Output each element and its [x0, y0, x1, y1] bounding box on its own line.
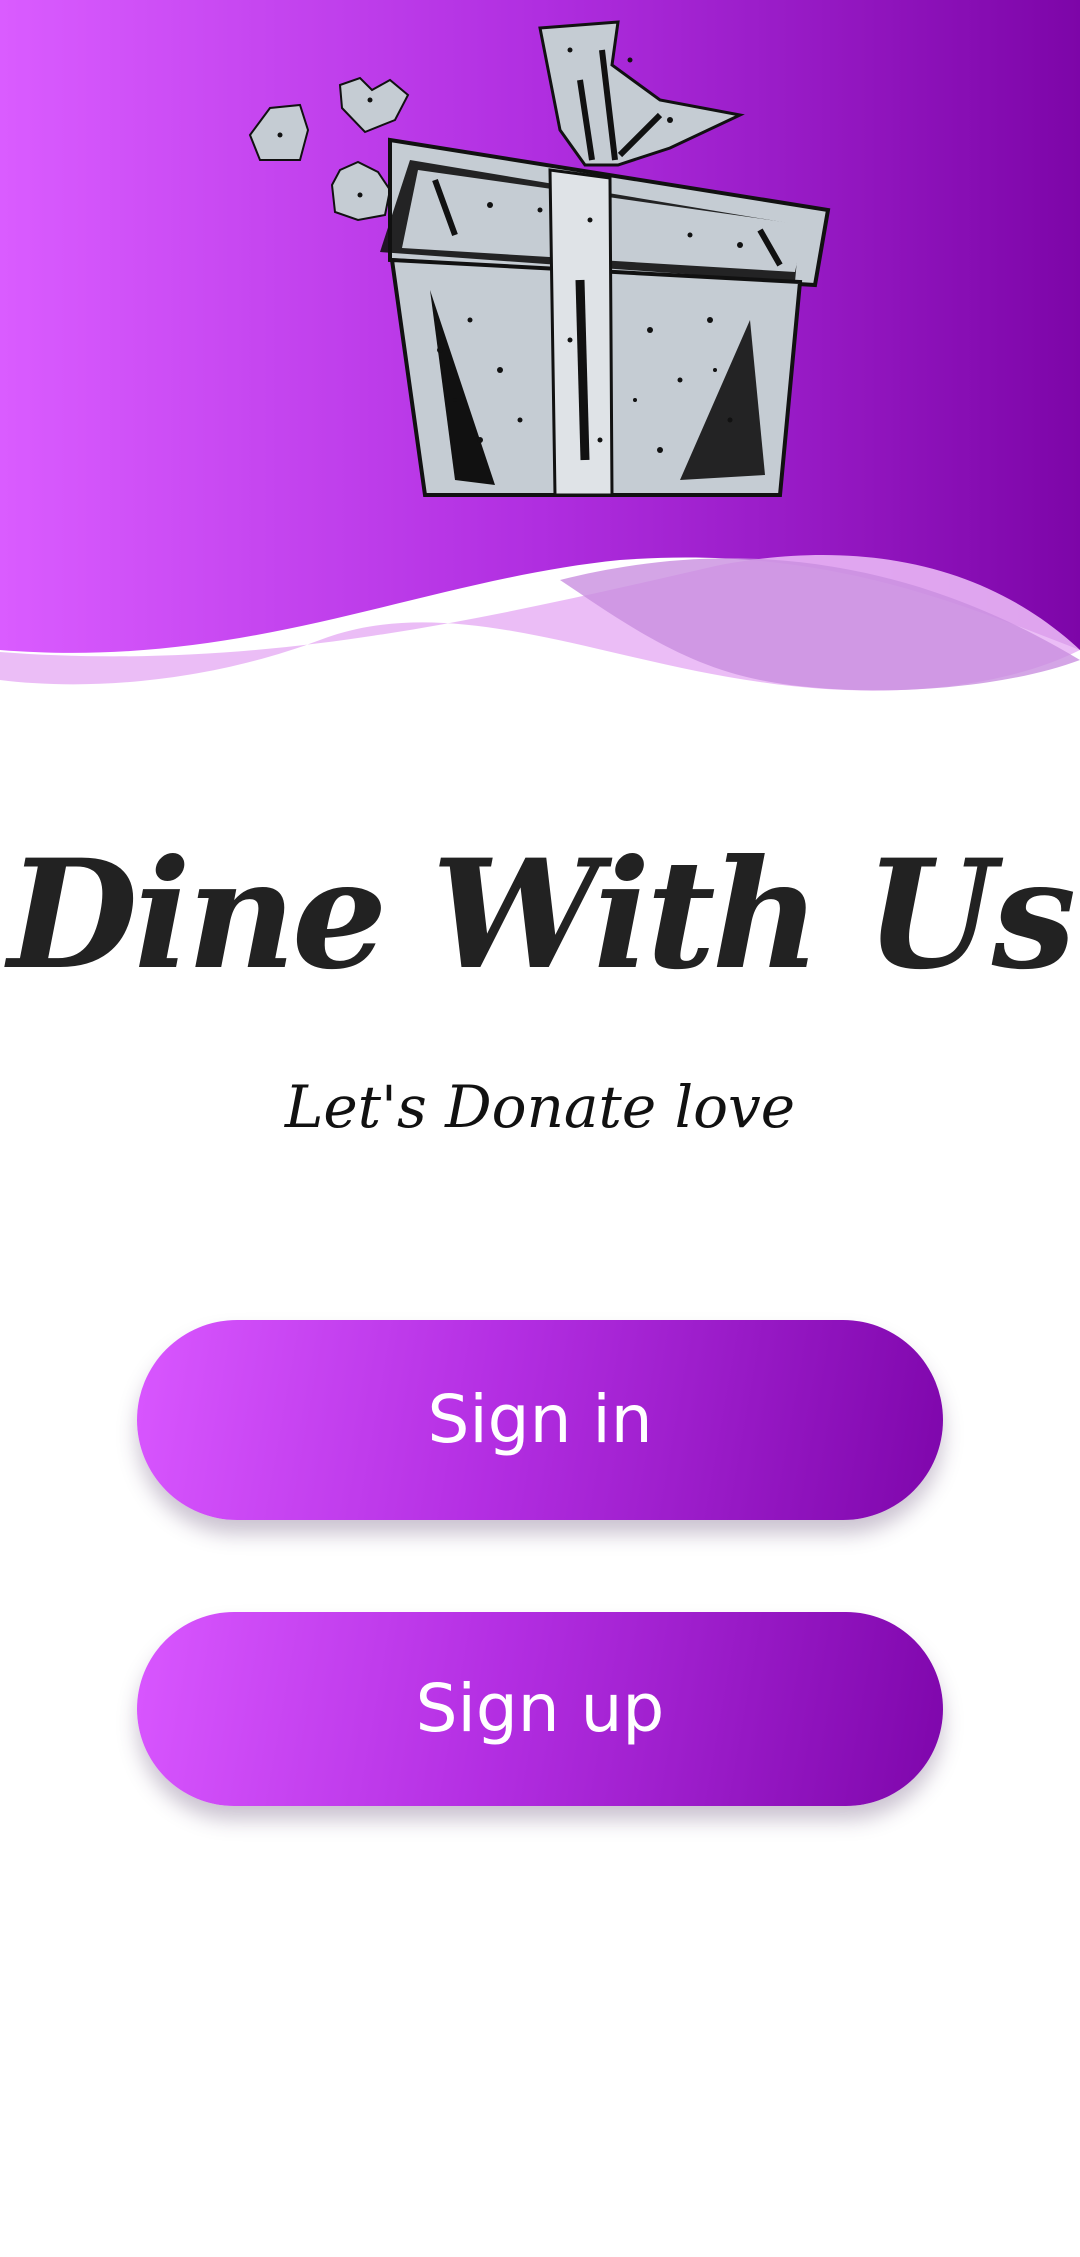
app-tagline: Let's Donate love: [284, 1073, 796, 1141]
gift-box-with-hearts-icon: [248, 20, 831, 497]
app-title: Dine With Us: [7, 827, 1076, 1003]
welcome-screen: Dine With Us Let's Donate love Sign in S…: [0, 0, 1080, 2257]
sign-in-button[interactable]: Sign in: [137, 1320, 943, 1520]
sign-up-button[interactable]: Sign up: [137, 1612, 943, 1806]
